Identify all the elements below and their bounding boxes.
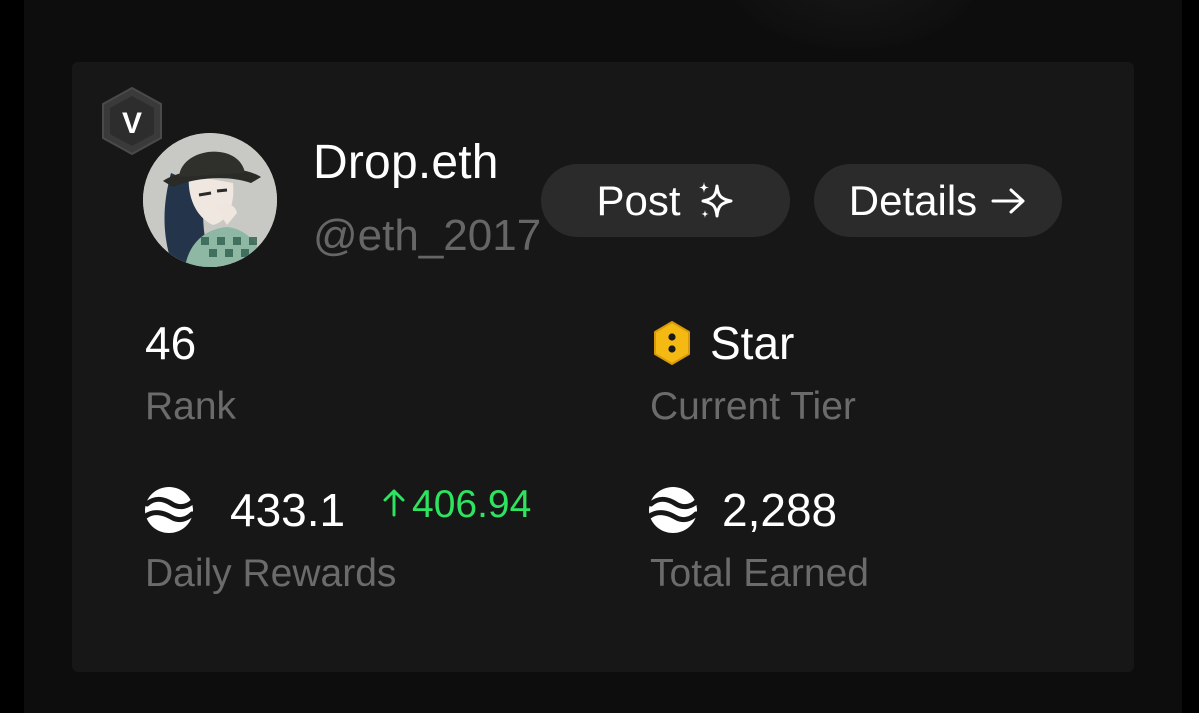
sparkles-icon (695, 180, 735, 222)
details-button-label: Details (848, 176, 978, 224)
user-handle: @eth_2017 (313, 211, 542, 260)
rank-value: 46 (145, 317, 197, 369)
tier-value: Star (710, 317, 795, 369)
arrow-right-icon (991, 187, 1027, 215)
token-swirl-icon (144, 487, 194, 533)
tier-label: Current Tier (650, 385, 856, 428)
hex-tier-icon (654, 321, 690, 365)
total-earned-label: Total Earned (650, 552, 869, 595)
daily-rewards-label: Daily Rewards (145, 552, 397, 595)
background-decoration (724, 0, 984, 50)
total-earned-value: 2,288 (722, 484, 838, 536)
display-name: Drop.eth (313, 136, 499, 189)
verified-badge-icon: V (99, 86, 165, 156)
daily-rewards-delta: 406.94 (382, 480, 531, 530)
post-button[interactable]: Post (541, 164, 790, 237)
daily-rewards-delta-value: 406.94 (412, 483, 532, 526)
post-button-label: Post (596, 176, 681, 224)
details-button[interactable]: Details (814, 164, 1062, 237)
daily-rewards-value: 433.1 (230, 484, 346, 536)
token-swirl-icon (648, 487, 698, 533)
arrow-up-icon (382, 480, 406, 530)
rank-label: Rank (145, 385, 237, 428)
verified-badge-letter: V (122, 107, 142, 140)
